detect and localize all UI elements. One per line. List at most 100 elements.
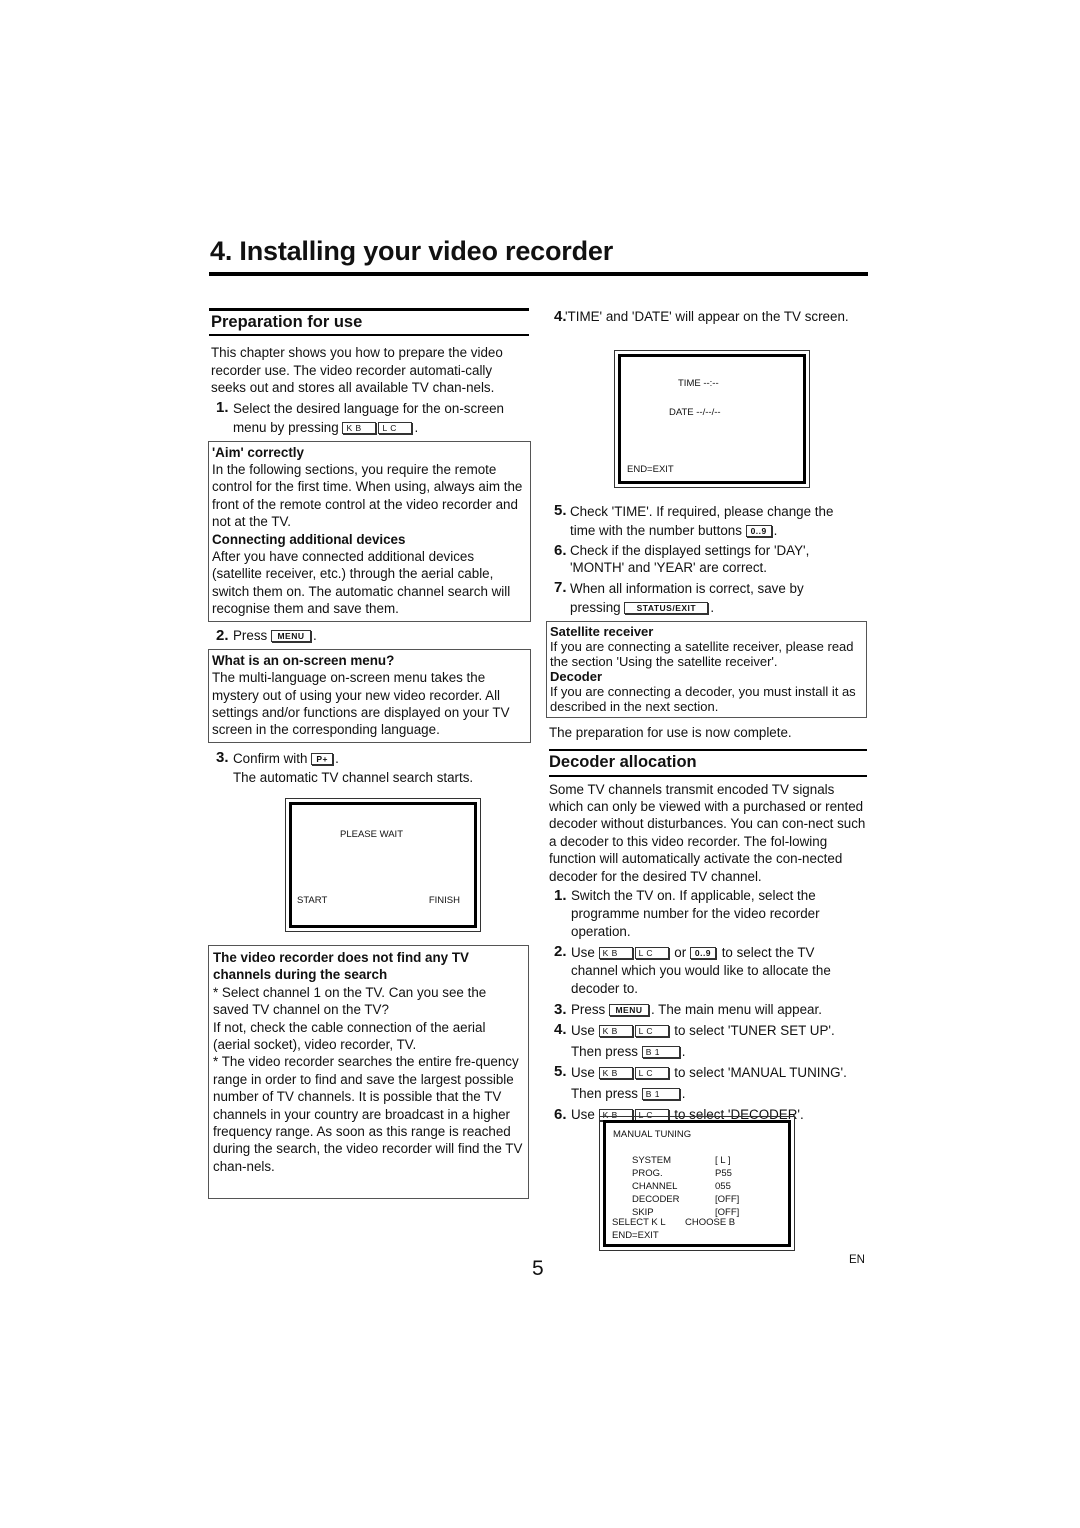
key-b1-button: B 1: [641, 1046, 680, 1059]
step-1: 1. Select the desired language for the o…: [211, 399, 529, 437]
punctuation: .: [681, 1044, 686, 1060]
screen-row-value: [ L ]: [715, 1155, 731, 1166]
step-text: Use: [571, 1023, 595, 1039]
step-text: Then press: [571, 1044, 638, 1060]
step-text: to select 'TUNER SET UP'.: [674, 1023, 835, 1039]
note-text: * Select channel 1 on the TV. Can you se…: [213, 984, 487, 1018]
section-heading-preparation: Preparation for use: [209, 308, 529, 337]
key-menu-button: MENU: [608, 1004, 649, 1017]
key-lc-button: L C: [378, 421, 413, 434]
tv-screen-manual-tuning: MANUAL TUNING SYSTEM [ L ] PROG. P55 CHANNEL…: [599, 1116, 795, 1251]
key-kb-button: K B: [342, 421, 377, 434]
screen-row-value: P55: [715, 1168, 732, 1179]
step-7: 7. When all information is correct, save…: [549, 579, 867, 617]
step-number: 6.: [554, 1106, 567, 1124]
step-text: menu by pressing: [233, 419, 339, 435]
aim-correctly-note: 'Aim' correctly In the following section…: [208, 440, 531, 622]
decoder-step-5: 5. Use K BL C to select 'MANUAL TUNING'.…: [549, 1063, 867, 1103]
screen-row-label: CHANNEL: [632, 1181, 678, 1192]
key-lc-button: L C: [634, 947, 669, 960]
tv-screen-time-date: TIME --:-- DATE --/--/-- END=EXIT: [614, 350, 810, 488]
screen-exit: END=EXIT: [612, 1230, 659, 1241]
step-text: Use: [571, 945, 595, 961]
note-text: If you are connecting a decoder, you mus…: [550, 683, 856, 714]
on-screen-menu-note: What is an on-screen menu? The multi-lan…: [208, 648, 531, 743]
step-number: 2.: [554, 943, 567, 961]
note-text: If you are connecting a satellite receiv…: [550, 638, 854, 669]
screen-row-value: [OFF]: [715, 1194, 740, 1205]
left-column: Preparation for use This chapter shows y…: [208, 308, 531, 787]
step-number: 1.: [216, 398, 229, 416]
step-5: 5. Check 'TIME'. If required, please cha…: [549, 502, 867, 540]
intro-paragraph: This chapter shows you how to prepare th…: [211, 345, 503, 396]
note-text: If not, check the cable connection of th…: [213, 1019, 486, 1053]
note-text: * The video recorder searches the entire…: [213, 1054, 523, 1174]
screen-finish-label: FINISH: [428, 895, 460, 906]
step-number: 3.: [554, 1001, 567, 1019]
step-text: 'TIME' and 'DATE' will appear on the TV …: [565, 309, 849, 324]
step-text: Press: [571, 1002, 606, 1018]
key-p-plus-button: P+: [311, 752, 334, 765]
decoder-step-3: 3. Press MENU. The main menu will appear…: [549, 1000, 867, 1019]
screen-row-label: SYSTEM: [632, 1155, 672, 1166]
note-text: In the following sections, you require t…: [212, 462, 523, 530]
step-4: 4. 'TIME' and 'DATE' will appear on the …: [549, 307, 867, 326]
no-channels-found-note: The video recorder does not find any TV …: [208, 945, 529, 1199]
screen-title: MANUAL TUNING: [613, 1129, 692, 1140]
key-number-buttons: 0..9: [745, 525, 772, 537]
step-text: or: [674, 945, 687, 961]
step-6: 6. Check if the displayed settings for '…: [549, 542, 867, 577]
screen-row-label: DECODER: [632, 1194, 680, 1205]
decoder-step-2: 2. Use K BL C or 0..9 to select the TV c…: [549, 943, 867, 998]
step-number: 6.: [554, 542, 567, 559]
page-number: 5: [532, 1257, 544, 1280]
step-text: Select the desired language for the on-s…: [233, 400, 504, 416]
step-text: Confirm with: [233, 750, 308, 766]
key-lc-button: L C: [634, 1025, 669, 1038]
step-number: 5.: [554, 1063, 567, 1081]
decoder-step-1: 1. Switch the TV on. If applicable, sele…: [549, 887, 867, 941]
step-number: 4.: [554, 308, 567, 325]
punctuation: .: [773, 523, 778, 538]
note-title: Satellite receiver: [550, 623, 654, 639]
step-text: Check if the displayed settings for 'DAY…: [570, 543, 810, 576]
note-title: What is an on-screen menu?: [212, 652, 395, 668]
trouble-note-wrapper: The video recorder does not find any TV …: [208, 945, 529, 1199]
step-text: Use: [571, 1065, 595, 1081]
note-title: Decoder: [550, 668, 603, 684]
screen-exit: END=EXIT: [627, 464, 674, 475]
step-text: Switch the TV on. If applicable, select …: [571, 888, 820, 940]
step-text: Use: [571, 1107, 595, 1123]
step-3: 3. Confirm with P+. The automatic TV cha…: [211, 749, 529, 787]
screen-row-label: PROG.: [632, 1168, 663, 1179]
step-text: to select 'MANUAL TUNING'.: [674, 1065, 847, 1081]
step-number: 3.: [216, 748, 229, 766]
step-number: 4.: [554, 1021, 567, 1039]
step-number: 1.: [554, 887, 567, 905]
screen-select-hint: SELECT K L: [612, 1217, 666, 1228]
punctuation: .: [414, 419, 419, 435]
step-text: Check 'TIME'. If required, please change…: [570, 504, 834, 519]
step-text: When all information is correct, save by: [570, 580, 804, 596]
decoder-step-4: 4. Use K BL C to select 'TUNER SET UP'. …: [549, 1021, 867, 1061]
step-number: 5.: [554, 502, 567, 519]
screen-row-value: 055: [715, 1181, 731, 1192]
section-heading-decoder: Decoder allocation: [549, 749, 867, 777]
key-kb-button: K B: [598, 947, 633, 960]
key-kb-button: K B: [598, 1025, 633, 1038]
chapter-rule: [209, 272, 868, 276]
screen-date: DATE --/--/--: [669, 407, 721, 418]
note-title: 'Aim' correctly: [212, 444, 304, 460]
key-lc-button: L C: [634, 1067, 669, 1080]
punctuation: .: [335, 750, 339, 766]
chapter-title: 4. Installing your video recorder: [210, 236, 614, 266]
step-text: to select the TV: [721, 945, 815, 961]
step-number: 2.: [216, 626, 229, 644]
step-number: 7.: [554, 578, 567, 596]
decoder-intro: Some TV channels transmit encoded TV sig…: [549, 781, 866, 884]
key-menu-button: MENU: [270, 629, 311, 642]
completion-text: The preparation for use is now complete.: [549, 724, 792, 740]
key-b1-button: B 1: [641, 1088, 680, 1101]
screen-message: PLEASE WAIT: [340, 829, 403, 840]
language-code: EN: [849, 1254, 865, 1266]
